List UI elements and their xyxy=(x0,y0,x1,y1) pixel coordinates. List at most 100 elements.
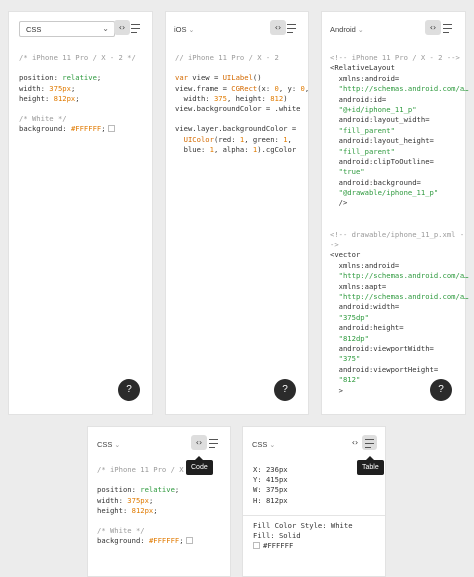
code-text: ; xyxy=(75,93,80,103)
css-code: /* iPhone 11 Pro / X - 2 */ position: re… xyxy=(19,53,136,135)
code-text: view.layer.backgroundColor = xyxy=(175,124,297,134)
color-swatch xyxy=(107,125,115,133)
table-tooltip: Table xyxy=(357,456,384,475)
code-line: "true" xyxy=(330,167,365,177)
panel-header: Android ⌄ ‹› xyxy=(322,12,465,42)
divider xyxy=(243,515,385,516)
y-value: Y: 415px xyxy=(253,475,288,485)
language-select[interactable]: CSS ⌄ xyxy=(252,440,275,449)
panel-header: iOS ⌄ ‹› xyxy=(166,12,308,42)
panel-header: CSS ⌄ ‹› xyxy=(9,12,152,42)
code-call: UIColor xyxy=(183,134,214,144)
ios-panel: iOS ⌄ ‹› // iPhone 11 Pro / X - 2 var vie… xyxy=(165,11,309,415)
css-code-panel: CSS ⌄ ‹› /* iPhone 11 Pro / X position: r… xyxy=(87,426,231,577)
code-line: -> xyxy=(330,240,339,250)
code-view-button[interactable]: ‹› xyxy=(270,20,286,35)
code-text: ; xyxy=(153,505,158,515)
code-value: 812px xyxy=(53,93,76,103)
code-comment: /* White */ xyxy=(19,114,67,124)
code-call: UILabel xyxy=(222,73,253,83)
help-button[interactable]: ? xyxy=(118,379,140,401)
code-text: ).cgColor xyxy=(257,144,297,154)
language-select[interactable]: CSS ⌄ xyxy=(97,440,120,449)
code-line: "fill_parent" xyxy=(330,125,395,135)
code-value: relative xyxy=(140,485,175,495)
code-text: width: xyxy=(19,83,50,93)
code-text: ; xyxy=(96,73,102,83)
code-text: height: xyxy=(19,93,54,103)
code-line: android:background= xyxy=(330,177,421,187)
code-text: , height: xyxy=(226,93,271,103)
width-value: W: 375px xyxy=(253,485,288,495)
help-button[interactable]: ? xyxy=(430,379,452,401)
code-line: "375dp" xyxy=(330,312,369,322)
code-value: 375px xyxy=(127,495,149,505)
code-text: , y: xyxy=(278,83,301,93)
color-swatch xyxy=(253,542,260,550)
code-value: 812 xyxy=(270,93,284,103)
code-text: ; xyxy=(70,83,76,93)
table-view-button[interactable] xyxy=(131,20,145,35)
table-view-button[interactable] xyxy=(287,20,301,35)
code-comment: /* iPhone 11 Pro / X xyxy=(97,465,184,474)
code-value: 812px xyxy=(131,505,154,515)
code-text: view = xyxy=(187,73,223,83)
code-line: "http://schemas.android.com/a… xyxy=(330,291,469,301)
code-text: position: xyxy=(97,485,141,495)
code-view-button[interactable]: ‹› xyxy=(191,435,207,450)
code-view-button[interactable]: ‹› xyxy=(425,20,441,35)
code-line: xmlns:android= xyxy=(330,260,400,270)
code-text: , alpha: xyxy=(213,144,253,154)
code-text: , green: xyxy=(244,134,284,144)
code-line: "@drawable/iphone_11_p" xyxy=(330,188,439,198)
language-select-value: Android xyxy=(330,25,356,34)
code-line: android:height= xyxy=(330,323,404,333)
android-panel: Android ⌄ ‹› <!-- iPhone 11 Pro / X - 2 -… xyxy=(321,11,469,415)
language-select[interactable]: CSS ⌄ xyxy=(19,21,115,37)
dimensions-table: X: 236px Y: 415px W: 375px H: 812px xyxy=(253,465,288,506)
code-text: height: xyxy=(97,505,132,515)
language-select-value: iOS xyxy=(174,25,187,34)
css-panel: CSS ⌄ ‹› /* iPhone 11 Pro / X - 2 */ pos… xyxy=(8,11,153,415)
code-line: android:clipToOutline= xyxy=(330,156,434,166)
code-text: ; xyxy=(174,485,180,495)
code-line: xmlns:aapt= xyxy=(330,281,387,291)
language-select[interactable]: iOS ⌄ xyxy=(174,25,194,34)
code-view-button[interactable]: ‹› xyxy=(114,20,130,35)
language-select[interactable]: Android ⌄ xyxy=(330,25,364,34)
language-select-value: CSS xyxy=(97,440,113,449)
fill-type: Fill: Solid xyxy=(253,531,301,541)
code-text: (red: xyxy=(213,134,240,144)
code-line: <RelativeLayout xyxy=(330,63,395,73)
table-view-button[interactable] xyxy=(443,20,457,35)
table-panel: CSS ⌄ ‹› Table X: 236px Y: 415px W: 375px… xyxy=(242,426,386,577)
code-line: android:viewportHeight= xyxy=(330,364,439,374)
table-view-button[interactable] xyxy=(362,435,377,450)
fill-table: Fill Color Style: White Fill: Solid #FFF… xyxy=(253,521,353,552)
table-view-button[interactable] xyxy=(209,435,223,450)
swift-code: // iPhone 11 Pro / X - 2 var view = UILa… xyxy=(175,53,309,155)
code-text: blue: xyxy=(175,144,210,154)
code-text: width: xyxy=(175,93,214,103)
code-line: "http://schemas.android.com/a… xyxy=(330,84,469,94)
fill-hex: #FFFFFF xyxy=(263,541,294,551)
code-view-button[interactable]: ‹› xyxy=(347,435,363,450)
code-tooltip: Code xyxy=(186,456,213,475)
code-line: /> xyxy=(330,198,348,208)
code-line: "375" xyxy=(330,354,361,364)
code-line: android:id= xyxy=(330,94,387,104)
color-swatch xyxy=(185,537,193,545)
code-comment: /* iPhone 11 Pro / X - 2 */ xyxy=(19,53,136,62)
code-call: CGRect xyxy=(231,83,258,93)
language-select-value: CSS xyxy=(252,440,268,449)
panel-header: CSS ⌄ ‹› xyxy=(243,427,385,457)
x-value: X: 236px xyxy=(253,465,288,474)
code-keyword: var xyxy=(175,73,188,83)
code-text: () xyxy=(252,73,262,83)
code-line: android:viewportWidth= xyxy=(330,343,434,353)
help-button[interactable]: ? xyxy=(274,379,296,401)
css-code: /* iPhone 11 Pro / X position: relative;… xyxy=(97,465,193,547)
code-value: 375 xyxy=(213,93,227,103)
code-line: xmlns:android= xyxy=(330,73,400,83)
